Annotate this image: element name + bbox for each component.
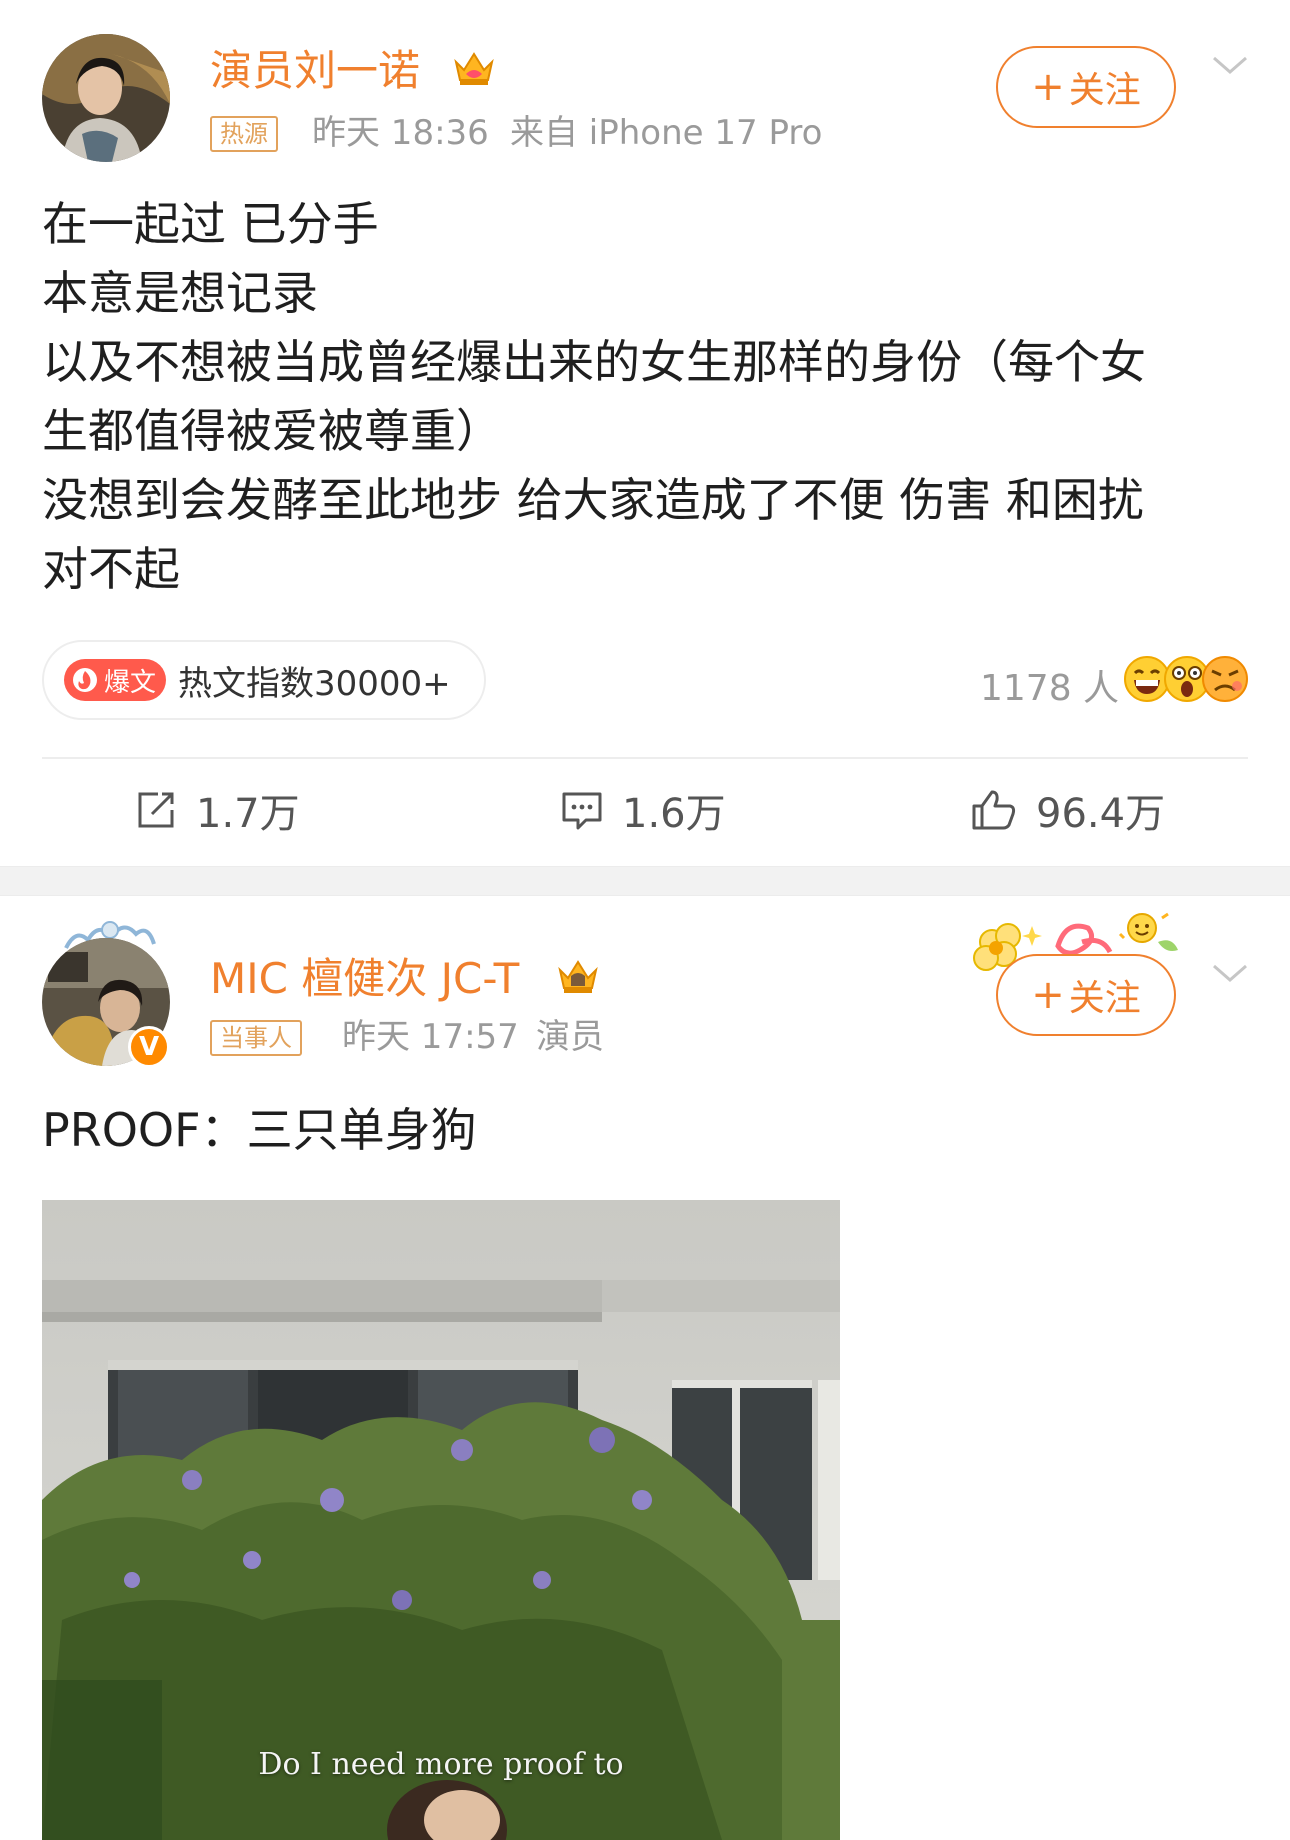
hot-index-pill[interactable]: 爆文 热文指数30000+ (42, 640, 486, 720)
crown-icon (558, 960, 598, 993)
post-device: 来自 iPhone 17 Pro (510, 113, 823, 153)
content-line: 没想到会发酵至此地步 给大家造成了不便 伤害 和困扰 (42, 473, 1144, 527)
comment-count: 1.6万 (622, 791, 726, 837)
divider (42, 757, 1248, 759)
verified-title: 演员 (536, 1017, 604, 1057)
content-line: 生都值得被爱被尊重） (42, 404, 502, 458)
thumbs-up-icon (972, 790, 1016, 830)
chevron-down-icon[interactable] (1210, 960, 1250, 986)
chevron-down-icon[interactable] (1210, 52, 1250, 78)
content-line: PROOF：三只单身狗 (42, 1103, 477, 1157)
weibo-post-1: 演员刘一诺 热源 昨天 18:36 来自 iPhone 17 Pro + 关注 … (0, 0, 1290, 866)
avatar[interactable] (42, 34, 170, 162)
verified-badge-icon: V (128, 1026, 170, 1068)
repost-count: 1.7万 (196, 791, 300, 837)
follow-label: 关注 (1068, 70, 1141, 111)
weibo-post-2: V MIC 檀健次 JC-T 当事人 昨天 17:57 演员 + 关注 PROO… (0, 896, 1290, 1840)
post-time: 昨天 17:57 (342, 1017, 519, 1057)
comment-button[interactable]: 1.6万 (560, 780, 726, 840)
like-count: 96.4万 (1036, 791, 1166, 837)
post-time: 昨天 18:36 (312, 113, 489, 153)
flame-icon (73, 668, 97, 692)
author-name[interactable]: 演员刘一诺 (210, 50, 420, 92)
content-line: 在一起过 已分手 (42, 197, 379, 251)
repost-button[interactable]: 1.7万 (134, 780, 300, 840)
post-video-thumbnail[interactable]: Do I need more proof to (42, 1200, 840, 1840)
post-content: PROOF：三只单身狗 (42, 1096, 1252, 1165)
crown-icon (454, 52, 494, 85)
follow-button[interactable]: + 关注 (996, 954, 1176, 1036)
like-button[interactable]: 96.4万 (970, 780, 1165, 840)
repost-icon (138, 792, 174, 828)
hot-badge: 爆文 (64, 659, 167, 701)
post-content: 在一起过 已分手 本意是想记录 以及不想被当成曾经爆出来的女生那样的身份（每个女… (42, 190, 1252, 604)
plus-icon: + (1031, 64, 1065, 110)
angry-emoji-icon (1202, 656, 1248, 702)
follow-button[interactable]: + 关注 (996, 46, 1176, 128)
follow-label: 关注 (1068, 978, 1141, 1019)
hot-index-text: 热文指数30000+ (178, 663, 451, 704)
content-line: 对不起 (42, 542, 180, 596)
plus-icon: + (1031, 972, 1065, 1018)
source-tag: 热源 (210, 116, 278, 152)
hot-badge-label: 爆文 (104, 667, 157, 698)
reaction-count[interactable]: 1178 人 (980, 659, 1119, 711)
comment-icon (562, 792, 602, 830)
house-garden-photo (42, 1200, 840, 1840)
author-name[interactable]: MIC 檀健次 JC-T (210, 958, 519, 1000)
content-line: 以及不想被当成曾经爆出来的女生那样的身份（每个女 (42, 335, 1146, 389)
source-tag: 当事人 (210, 1020, 302, 1056)
feed-separator (0, 866, 1290, 896)
content-line: 本意是想记录 (42, 266, 318, 320)
video-caption: Do I need more proof to (258, 1747, 624, 1782)
